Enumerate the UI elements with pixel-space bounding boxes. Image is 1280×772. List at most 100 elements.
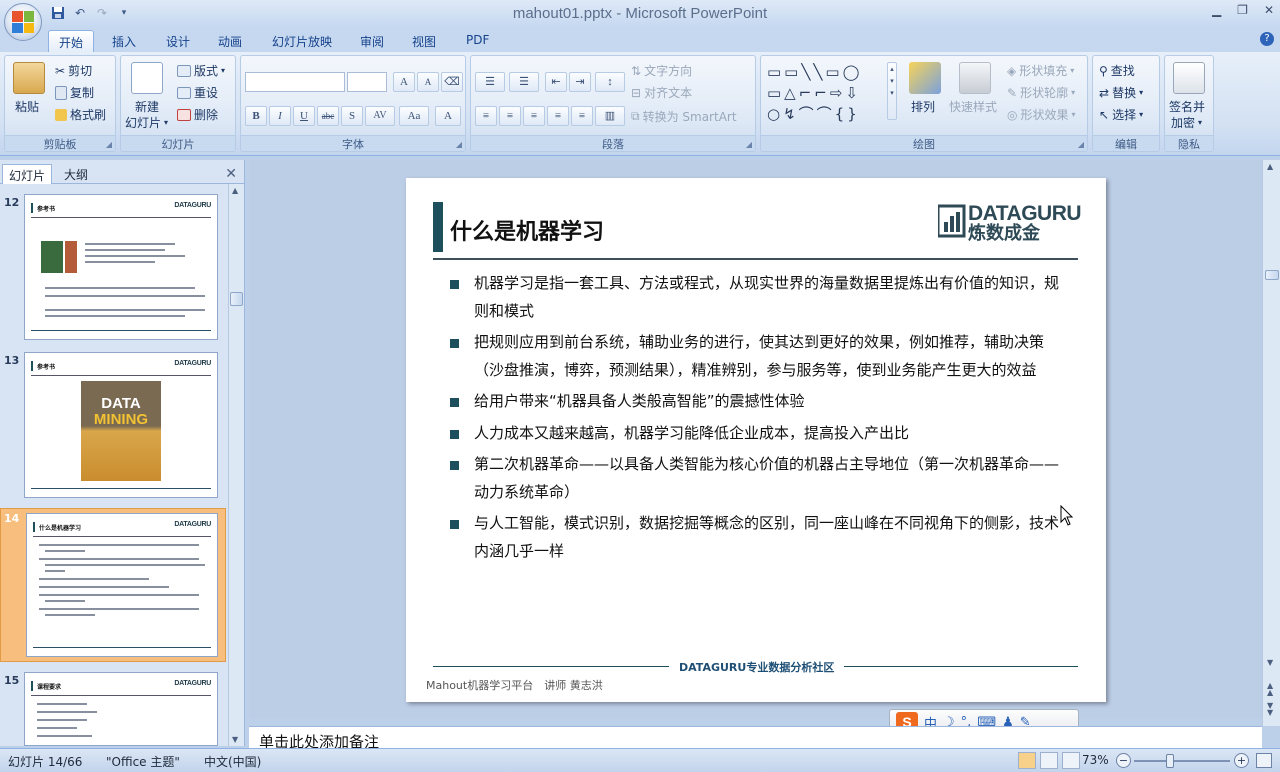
copy-button[interactable]: 复制 bbox=[55, 84, 94, 101]
arrange-button[interactable]: 排列 bbox=[911, 98, 935, 115]
tab-outline[interactable]: 大纲 bbox=[58, 164, 94, 184]
help-icon[interactable]: ? bbox=[1260, 32, 1274, 46]
align-text-button[interactable]: ⊟ 对齐文本 bbox=[631, 84, 692, 101]
slide-scrollbar[interactable]: ▲ ▼ ▲ ▲ ▼ ▼ bbox=[1262, 160, 1280, 726]
language[interactable]: 中文(中国) bbox=[204, 753, 261, 770]
clear-format-button[interactable]: ⌫ bbox=[441, 72, 463, 92]
slide-thumbnail-13[interactable]: 13 参考书 DATAGURU DATA MINING bbox=[0, 352, 228, 502]
scroll-up-icon[interactable]: ▲ bbox=[1267, 162, 1273, 171]
tab-view[interactable]: 视图 bbox=[402, 30, 446, 52]
underline-button[interactable]: U bbox=[293, 106, 315, 126]
quick-styles-button[interactable]: 快速样式 bbox=[949, 98, 997, 115]
restore-icon[interactable]: ❐ bbox=[1237, 3, 1248, 17]
align-center-button[interactable]: ≡ bbox=[499, 106, 521, 126]
shape-outline-button[interactable]: ✎ 形状轮廓 ▾ bbox=[1007, 84, 1075, 101]
sign-encrypt-label[interactable]: 签名并 bbox=[1169, 98, 1205, 115]
bullet-item[interactable]: 与人工智能，模式识别，数据挖掘等概念的区别，同一座山峰在不同视角下的侧影，技术内… bbox=[450, 510, 1062, 565]
tab-animations[interactable]: 动画 bbox=[208, 30, 252, 52]
shapes-gallery[interactable]: ▭▭╲╲▭◯ ▭△⌐⌐⇨⇩ ○↯⌒⌒{} bbox=[767, 62, 885, 122]
current-slide[interactable]: 什么是机器学习 DATAGURU 炼数成金 机器学习是指一套工具、方法或程式，从… bbox=[406, 178, 1106, 702]
arrange-icon[interactable] bbox=[909, 62, 941, 94]
slide-thumbnail-12[interactable]: 12 参考书 DATAGURU bbox=[0, 194, 228, 344]
dialog-launcher-icon[interactable]: ◢ bbox=[106, 140, 112, 149]
char-spacing-button[interactable]: AV bbox=[365, 106, 395, 126]
slideshow-view-icon[interactable] bbox=[1062, 752, 1080, 769]
office-button[interactable] bbox=[4, 3, 42, 41]
italic-button[interactable]: I bbox=[269, 106, 291, 126]
font-color-button[interactable]: A bbox=[435, 106, 461, 126]
minimize-icon[interactable]: ▁ bbox=[1212, 3, 1221, 17]
format-painter-button[interactable]: 格式刷 bbox=[55, 106, 106, 123]
scrollbar-thumb[interactable] bbox=[230, 292, 243, 306]
next-page-icon[interactable]: ▼ ▼ bbox=[1267, 702, 1273, 717]
new-slide-label[interactable]: 新建 bbox=[135, 98, 159, 115]
align-right-button[interactable]: ≡ bbox=[523, 106, 545, 126]
scroll-up-icon[interactable]: ▲ bbox=[232, 186, 238, 195]
bullet-item[interactable]: 给用户带来“机器具备人类般高智能”的震撼性体验 bbox=[450, 388, 1062, 416]
change-case-button[interactable]: Aa bbox=[399, 106, 429, 126]
align-left-button[interactable]: ≡ bbox=[475, 106, 497, 126]
thumbnail[interactable]: 参考书 DATAGURU DATA MINING bbox=[24, 352, 218, 498]
shapes-scroll[interactable]: ▴ ▾ ▾ bbox=[887, 62, 897, 120]
slide-sorter-icon[interactable] bbox=[1040, 752, 1058, 769]
shape-effects-button[interactable]: ◎ 形状效果 ▾ bbox=[1007, 106, 1076, 123]
thumbnail-scrollbar[interactable]: ▲ ▼ bbox=[228, 184, 244, 746]
decrease-indent-button[interactable]: ⇤ bbox=[545, 72, 567, 92]
delete-slide-button[interactable]: 删除 bbox=[177, 106, 218, 123]
shadow-button[interactable]: S bbox=[341, 106, 363, 126]
zoom-in-icon[interactable]: + bbox=[1234, 753, 1249, 768]
thumbnail[interactable]: 课程要求 DATAGURU bbox=[24, 672, 218, 746]
shrink-font-button[interactable]: A bbox=[417, 72, 439, 92]
columns-button[interactable]: ▥ bbox=[595, 106, 625, 126]
new-slide-icon[interactable] bbox=[131, 62, 163, 94]
cut-button[interactable]: ✂ 剪切 bbox=[55, 62, 92, 79]
prev-page-icon[interactable]: ▲ ▲ bbox=[1267, 682, 1273, 697]
slide-thumbnail-15[interactable]: 15 课程要求 DATAGURU bbox=[0, 672, 228, 752]
scrollbar-thumb[interactable] bbox=[1265, 270, 1279, 280]
replace-button[interactable]: ⇄ 替换 ▾ bbox=[1099, 84, 1143, 101]
paste-icon[interactable] bbox=[13, 62, 45, 94]
text-direction-button[interactable]: ⇅ 文字方向 bbox=[631, 62, 692, 79]
bullet-item[interactable]: 人力成本又越来越高，机器学习能降低企业成本，提高投入产出比 bbox=[450, 420, 1062, 448]
bullet-item[interactable]: 把规则应用到前台系统，辅助业务的进行，使其达到更好的效果，例如推荐，辅助决策（沙… bbox=[450, 329, 1062, 384]
distribute-button[interactable]: ≡ bbox=[571, 106, 593, 126]
close-panel-icon[interactable]: ✕ bbox=[225, 166, 237, 182]
shape-fill-button[interactable]: ◈ 形状填充 ▾ bbox=[1007, 62, 1074, 79]
bullet-item[interactable]: 第二次机器革命——以具备人类智能为核心价值的机器占主导地位（第一次机器革命——动… bbox=[450, 451, 1062, 506]
font-name-combo[interactable] bbox=[245, 72, 345, 92]
dialog-launcher-icon[interactable]: ◢ bbox=[1078, 140, 1084, 149]
thumbnail[interactable]: 参考书 DATAGURU bbox=[24, 194, 218, 340]
notes-pane[interactable]: 单击此处添加备注 bbox=[249, 726, 1262, 751]
zoom-out-icon[interactable]: − bbox=[1116, 753, 1131, 768]
paste-button[interactable]: 粘贴 bbox=[15, 98, 39, 115]
tab-home[interactable]: 开始 bbox=[48, 30, 95, 52]
tab-slideshow[interactable]: 幻灯片放映 bbox=[262, 30, 342, 52]
new-slide-dropdown[interactable]: 幻灯片 ▾ bbox=[125, 114, 168, 131]
tab-review[interactable]: 审阅 bbox=[350, 30, 394, 52]
prev-slide-icon[interactable]: ▼ bbox=[1267, 658, 1273, 667]
grow-font-button[interactable]: A bbox=[393, 72, 415, 92]
sign-encrypt-icon[interactable] bbox=[1173, 62, 1205, 94]
fit-to-window-icon[interactable] bbox=[1256, 753, 1272, 768]
tab-insert[interactable]: 插入 bbox=[102, 30, 146, 52]
bullet-list[interactable]: 机器学习是指一套工具、方法或程式，从现实世界的海量数据里提炼出有价值的知识，规则… bbox=[450, 270, 1062, 569]
select-button[interactable]: ↖ 选择 ▾ bbox=[1099, 106, 1143, 123]
normal-view-icon[interactable] bbox=[1018, 752, 1036, 769]
slide-thumbnail-14[interactable]: 14 什么是机器学习 DATAGURU bbox=[0, 508, 228, 664]
zoom-slider[interactable] bbox=[1134, 760, 1230, 762]
font-size-combo[interactable] bbox=[347, 72, 387, 92]
thumbnail[interactable]: 什么是机器学习 DATAGURU bbox=[26, 513, 218, 657]
zoom-slider-handle[interactable] bbox=[1166, 754, 1174, 768]
bullet-item[interactable]: 机器学习是指一套工具、方法或程式，从现实世界的海量数据里提炼出有价值的知识，规则… bbox=[450, 270, 1062, 325]
close-window-icon[interactable]: ✕ bbox=[1264, 3, 1274, 17]
quick-styles-icon[interactable] bbox=[959, 62, 991, 94]
find-button[interactable]: ⚲ 查找 bbox=[1099, 62, 1135, 79]
dialog-launcher-icon[interactable]: ◢ bbox=[746, 140, 752, 149]
justify-button[interactable]: ≡ bbox=[547, 106, 569, 126]
bold-button[interactable]: B bbox=[245, 106, 267, 126]
reset-button[interactable]: 重设 bbox=[177, 84, 218, 101]
numbering-button[interactable]: ☰ bbox=[509, 72, 539, 92]
smartart-button[interactable]: ⧉ 转换为 SmartArt bbox=[631, 108, 737, 125]
tab-pdf[interactable]: PDF bbox=[456, 30, 499, 52]
scroll-down-icon[interactable]: ▼ bbox=[232, 735, 238, 744]
